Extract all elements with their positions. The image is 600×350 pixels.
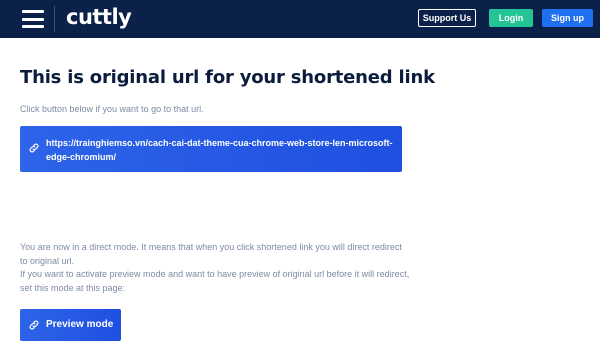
direct-mode-text: You are now in a direct mode. It means t… — [20, 242, 402, 266]
original-url-text: https://trainghiemso.vn/cach-cai-dat-the… — [46, 138, 393, 162]
hamburger-menu-icon[interactable] — [22, 10, 44, 28]
preview-mode-label: Preview mode — [46, 319, 114, 330]
login-button[interactable]: Login — [489, 9, 533, 27]
nav-divider — [54, 6, 55, 32]
page-title: This is original url for your shortened … — [20, 67, 435, 88]
preview-mode-hint: If you want to activate preview mode and… — [20, 269, 410, 293]
cuttly-logo[interactable]: cuttly — [66, 5, 132, 29]
top-navbar: cuttly Support Us Login Sign up — [0, 0, 600, 38]
direct-mode-info: You are now in a direct mode. It means t… — [20, 241, 410, 295]
link-icon — [29, 320, 39, 330]
support-us-button[interactable]: Support Us — [418, 9, 476, 27]
preview-mode-button[interactable]: Preview mode — [20, 309, 121, 341]
link-icon — [29, 143, 39, 153]
original-url-button[interactable]: https://trainghiemso.vn/cach-cai-dat-the… — [20, 126, 402, 172]
sign-up-button[interactable]: Sign up — [542, 9, 593, 27]
page-subtitle: Click button below if you want to go to … — [20, 104, 204, 114]
